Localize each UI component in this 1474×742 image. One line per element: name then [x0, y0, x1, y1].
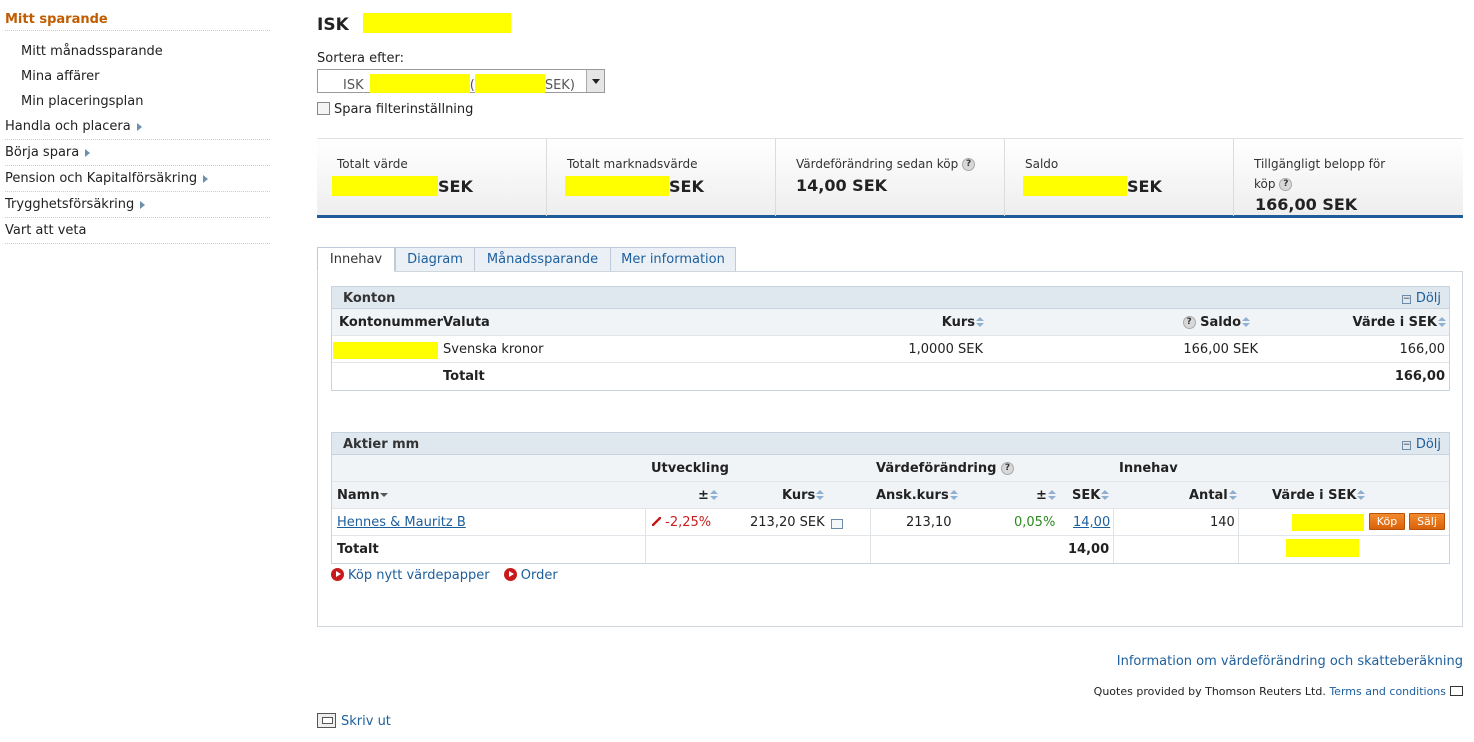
summary-available: Tillgängligt belopp för köp ? 166,00 SEK: [1254, 157, 1386, 214]
sidebar-item-handla[interactable]: Handla och placera: [5, 114, 270, 140]
redacted-value: [1286, 539, 1359, 557]
sort-label: Sortera efter:: [317, 51, 405, 66]
table-row: Svenska kronor 1,0000 SEK 166,00 SEK 166…: [332, 336, 1449, 363]
chevron-right-icon: [85, 148, 91, 157]
sort-icon: [1242, 317, 1250, 327]
chart-icon[interactable]: [831, 519, 843, 529]
sort-antal[interactable]: Antal: [1189, 488, 1237, 503]
redacted-value: [332, 176, 438, 196]
table-total-row: Totalt 14,00: [332, 536, 1449, 563]
table-header-row: Namn ± Kurs Ansk.kurs ± SEK Antal Värde …: [332, 482, 1449, 509]
sidebar-subitem-manadssparande[interactable]: Mitt månadssparande: [5, 39, 270, 64]
sidebar-item-pension[interactable]: Pension och Kapitalförsäkring: [5, 166, 270, 192]
printer-icon: [317, 713, 336, 728]
redacted-account: [362, 13, 511, 33]
tab-diagram[interactable]: Diagram: [395, 247, 475, 272]
order-link[interactable]: Order: [503, 568, 558, 583]
external-window-icon[interactable]: [1450, 686, 1463, 696]
sort-icon: [709, 490, 718, 500]
summary-market-value: Totalt marknadsvärde SEK: [547, 139, 776, 216]
terms-link[interactable]: Terms and conditions: [1329, 685, 1446, 698]
tab-mer-information[interactable]: Mer information: [610, 247, 736, 272]
konton-header: Konton − Dölj: [331, 286, 1450, 309]
sort-icon: [1357, 490, 1366, 500]
account-select[interactable]: ISK (SEK): [317, 69, 605, 93]
sort-icon: [976, 317, 984, 327]
checkbox[interactable]: [317, 102, 330, 115]
table-row: Hennes & Mauritz B -2,25% 213,20 SEK 213…: [332, 509, 1449, 536]
sort-varde[interactable]: Värde i SEK: [1353, 315, 1446, 330]
sort-namn[interactable]: Namn: [337, 488, 389, 503]
sort-icon: [949, 490, 958, 500]
print-button[interactable]: Skriv ut: [317, 713, 391, 729]
sidebar-subitem-mina-affarer[interactable]: Mina affärer: [5, 64, 270, 89]
sort-saldo[interactable]: ? Saldo: [1182, 315, 1250, 330]
sidebar-header-mitt-sparande[interactable]: Mitt sparande: [5, 8, 270, 31]
sidebar-item-trygghet[interactable]: Trygghetsförsäkring: [5, 192, 270, 218]
redacted-value: [1023, 176, 1127, 196]
sort-icon: [380, 490, 389, 500]
trend-down-icon: [651, 517, 661, 527]
sidebar: Mitt sparande Mitt månadssparande Mina a…: [5, 8, 270, 244]
hide-aktier-button[interactable]: − Dölj: [1401, 437, 1441, 452]
save-filter-checkbox[interactable]: Spara filterinställning: [317, 102, 473, 117]
help-icon[interactable]: ?: [962, 158, 976, 171]
sort-icon: [1438, 317, 1446, 327]
summary-bar: Totalt värde SEK Totalt marknadsvärde SE…: [317, 138, 1463, 218]
buy-new-security-link[interactable]: Köp nytt värdepapper: [331, 568, 490, 583]
aktier-header: Aktier mm − Dölj: [331, 432, 1450, 455]
buy-button[interactable]: Köp: [1369, 513, 1405, 530]
sort-kurs[interactable]: Kurs: [942, 315, 984, 330]
redacted-account: [369, 74, 470, 93]
sort-icon: [1047, 490, 1056, 500]
redacted-account: [333, 342, 438, 359]
chevron-right-icon: [203, 174, 209, 183]
tab-manadssparande[interactable]: Månadssparande: [474, 247, 611, 272]
actions-bar: Köp nytt värdepapper Order: [331, 568, 558, 583]
tab-innehav[interactable]: Innehav: [317, 247, 395, 272]
summary-value-change: Värdeförändring sedan köp ? 14,00 SEK: [776, 139, 1005, 216]
collapse-icon: −: [1401, 294, 1411, 304]
stock-name-link[interactable]: Hennes & Mauritz B: [337, 515, 466, 530]
arrow-right-icon: [503, 568, 517, 581]
sort-varde[interactable]: Värde i SEK: [1272, 488, 1366, 503]
hide-konton-button[interactable]: − Dölj: [1401, 291, 1441, 306]
arrow-right-icon: [331, 568, 344, 581]
collapse-icon: −: [1401, 440, 1411, 450]
sidebar-subitem-placeringsplan[interactable]: Min placeringsplan: [5, 89, 270, 114]
tax-info-link[interactable]: Information om värdeförändring och skatt…: [1117, 654, 1463, 669]
aktier-table: Utveckling Värdeförändring ? Innehav Nam…: [331, 455, 1450, 564]
summary-total-value: Totalt värde SEK: [317, 139, 547, 216]
page-title: ISK: [317, 13, 511, 35]
sort-sek[interactable]: SEK: [1072, 488, 1110, 503]
redacted-value: [1292, 514, 1364, 531]
sort-icon: [816, 490, 825, 500]
sort-ansk[interactable]: Ansk.kurs: [876, 488, 958, 503]
quotes-attribution: Quotes provided by Thomson Reuters Ltd. …: [1094, 685, 1463, 698]
table-header-row: Kontonummer Valuta Kurs ? Saldo Värde i …: [332, 309, 1449, 336]
value-change-link[interactable]: 14,00: [1073, 515, 1110, 530]
konton-table: Kontonummer Valuta Kurs ? Saldo Värde i …: [331, 309, 1450, 391]
sort-varde-pm[interactable]: ±: [1036, 488, 1056, 503]
sidebar-item-borja-spara[interactable]: Börja spara: [5, 140, 270, 166]
tab-panel-innehav: Konton − Dölj Kontonummer Valuta Kurs ? S…: [317, 271, 1463, 627]
help-icon[interactable]: ?: [1279, 178, 1293, 191]
sort-utv[interactable]: ±: [698, 488, 718, 503]
table-total-row: Totalt 166,00: [443, 369, 1445, 384]
sell-button[interactable]: Sälj: [1409, 513, 1445, 530]
sort-icon: [1101, 490, 1110, 500]
sort-icon: [1228, 490, 1237, 500]
summary-saldo: Saldo SEK: [1005, 139, 1234, 216]
chevron-down-icon[interactable]: [586, 70, 604, 92]
chevron-right-icon: [136, 122, 142, 131]
sidebar-item-vart-att-veta[interactable]: Vart att veta: [5, 218, 270, 244]
sort-kurs[interactable]: Kurs: [782, 488, 825, 503]
help-icon[interactable]: ?: [1000, 462, 1014, 475]
help-icon[interactable]: ?: [1182, 316, 1196, 329]
group-header-row: Utveckling Värdeförändring ? Innehav: [332, 455, 1449, 482]
redacted-value: [565, 176, 669, 196]
chevron-right-icon: [140, 200, 146, 209]
redacted-balance: [474, 74, 545, 93]
